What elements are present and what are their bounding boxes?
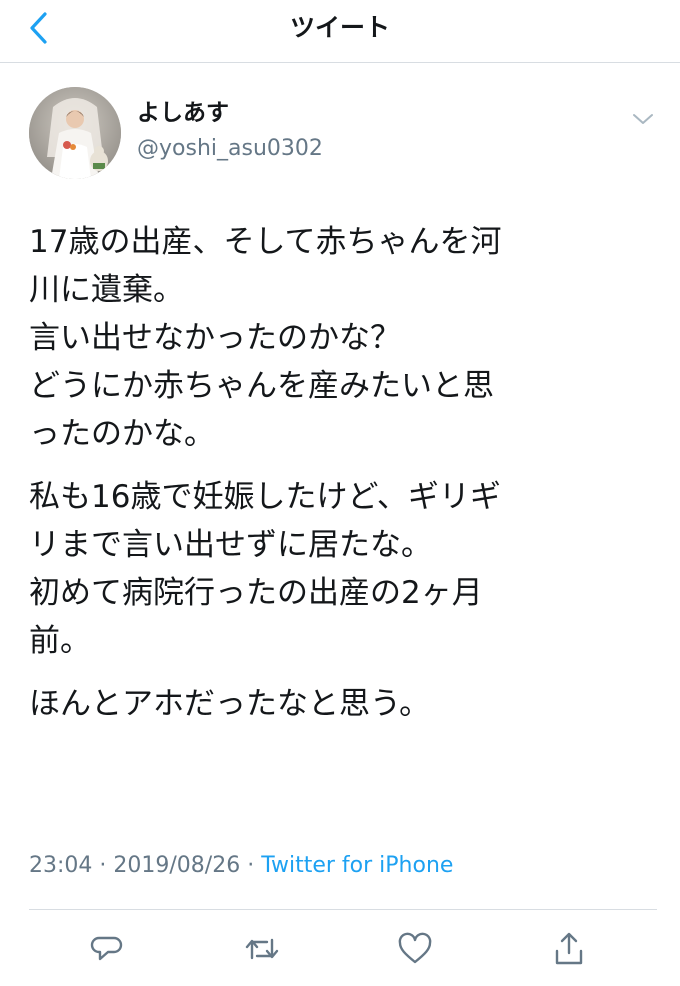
share-button[interactable] (545, 925, 593, 973)
tweet-text: 17歳の出産、そして赤ちゃんを河 川に遺棄。 言い出せなかったのかな？ どうにか… (29, 218, 649, 743)
tweet-line: 川に遺棄。 (29, 272, 184, 308)
tweet-line: リまで言い出せずに居たな。 (29, 527, 432, 563)
tweet-detail-screen: ツイート よしあす @yoshi_asu0302 17歳の出産、そして赤ちゃんを… (0, 0, 680, 986)
retweet-icon (245, 938, 279, 960)
reply-button[interactable] (83, 925, 131, 973)
tweet-line: ほんとアホだったなと思う。 (29, 686, 431, 722)
avatar[interactable] (29, 87, 121, 179)
reply-icon (90, 936, 123, 961)
tweet-line: 私も16歳で妊娠したけど、ギリギ (29, 479, 501, 515)
tweet-source-link[interactable]: Twitter for iPhone (261, 853, 453, 878)
chevron-down-icon (633, 114, 653, 124)
tweet-time: 23:04 (29, 853, 93, 878)
tweet-line: 言い出せなかったのかな？ (29, 320, 401, 356)
tweet-author: よしあす @yoshi_asu0302 (0, 63, 680, 193)
tweet-line: ったのかな。 (29, 416, 215, 452)
meta-separator: · (240, 853, 262, 878)
tweet-line: 17歳の出産、そして赤ちゃんを河 (29, 224, 502, 260)
tweet-paragraph: ほんとアホだったなと思う。 (29, 680, 649, 728)
divider (29, 909, 657, 910)
tweet-line: 初めて病院行ったの出産の2ヶ月 (29, 575, 483, 611)
heart-icon (398, 932, 432, 964)
navbar: ツイート (0, 0, 680, 63)
tweet-paragraph: 17歳の出産、そして赤ちゃんを河 川に遺棄。 言い出せなかったのかな？ どうにか… (29, 218, 649, 458)
user-handle[interactable]: @yoshi_asu0302 (137, 135, 323, 163)
tweet-date: 2019/08/26 (113, 853, 241, 878)
meta-separator: · (92, 853, 114, 878)
display-name[interactable]: よしあす (137, 99, 229, 127)
more-options-button[interactable] (628, 107, 658, 131)
tweet-line: 前。 (29, 623, 91, 659)
avatar-image (29, 87, 121, 179)
retweet-button[interactable] (238, 925, 286, 973)
tweet-paragraph: 私も16歳で妊娠したけど、ギリギ リまで言い出せずに居たな。 初めて病院行ったの… (29, 473, 649, 665)
tweet-meta: 23:04 · 2019/08/26 · Twitter for iPhone (29, 850, 453, 882)
tweet-line: どうにか赤ちゃんを産みたいと思 (29, 368, 494, 404)
like-button[interactable] (391, 925, 439, 973)
page-title: ツイート (289, 13, 390, 42)
share-icon (555, 932, 583, 965)
